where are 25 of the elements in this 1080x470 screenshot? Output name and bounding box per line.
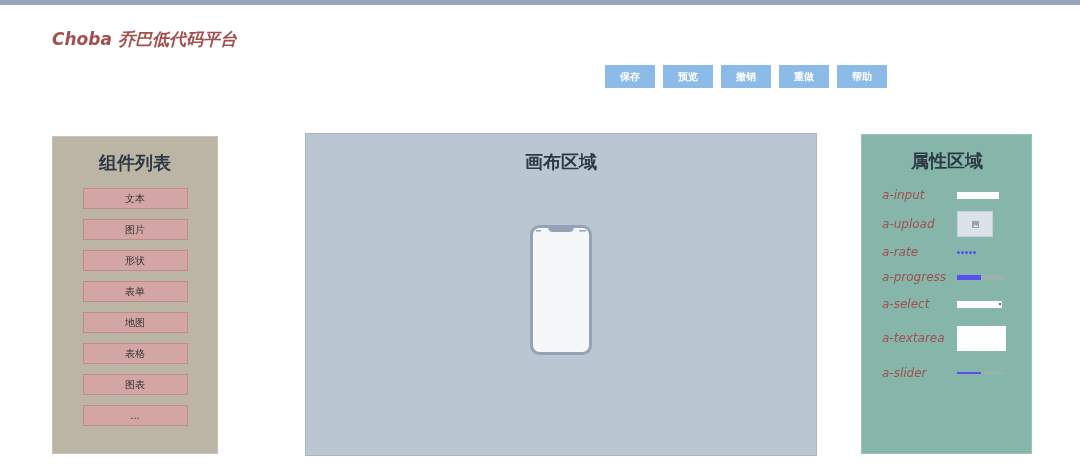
property-label: a-progress [882,269,947,286]
property-label: a-input [882,187,926,204]
component-item[interactable]: 文本 [82,188,188,209]
input-field[interactable] [957,191,999,199]
select-field[interactable] [957,300,1002,308]
image-icon [971,220,979,228]
text-area[interactable] [957,325,1006,351]
canvas-title: 画布区域 [525,150,597,174]
component-item[interactable]: 表单 [82,281,188,302]
property-label: a-upload [882,216,936,233]
panel-title: 属性区域 [910,149,983,173]
property-label: a-textarea [882,330,946,347]
component-item[interactable]: ... [82,405,188,426]
app-title: Choba 乔巴低代码平台 [52,29,237,49]
component-item[interactable]: 表格 [82,343,188,364]
component-item[interactable]: 地图 [82,312,188,333]
component-item[interactable]: 图片 [82,219,188,240]
property-label: a-select [882,296,931,313]
property-label: a-slider [882,365,928,382]
property-label: a-rate [882,244,920,261]
upload-button[interactable] [957,211,993,237]
component-item[interactable]: 图表 [82,374,188,395]
caret-icon [999,303,1001,305]
component-item[interactable]: 形状 [82,250,188,271]
panel-title: 组件列表 [99,151,171,175]
